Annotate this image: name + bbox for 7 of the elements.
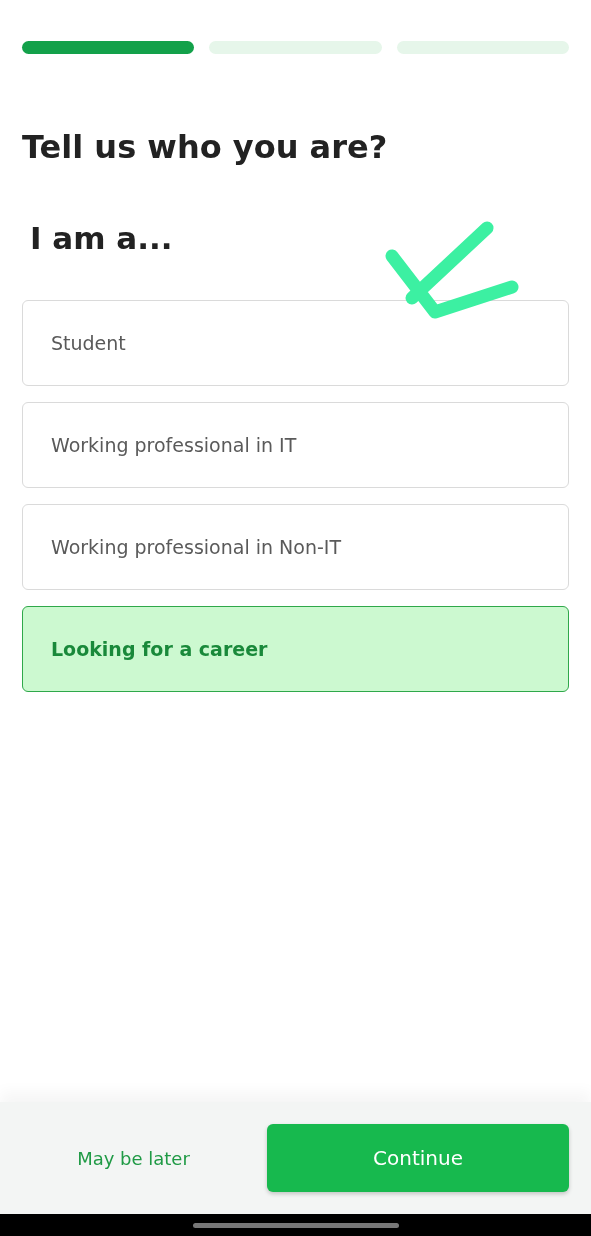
home-indicator[interactable]	[192, 1222, 399, 1228]
option-card[interactable]: Working professional in IT	[22, 401, 569, 488]
option-card[interactable]: Looking for a career	[22, 605, 569, 692]
option-card[interactable]: Working professional in Non-IT	[22, 503, 569, 590]
option-card[interactable]: Student	[22, 299, 569, 386]
section-heading: I am a...	[30, 220, 174, 258]
page-title: Tell us who you are?	[22, 128, 389, 167]
